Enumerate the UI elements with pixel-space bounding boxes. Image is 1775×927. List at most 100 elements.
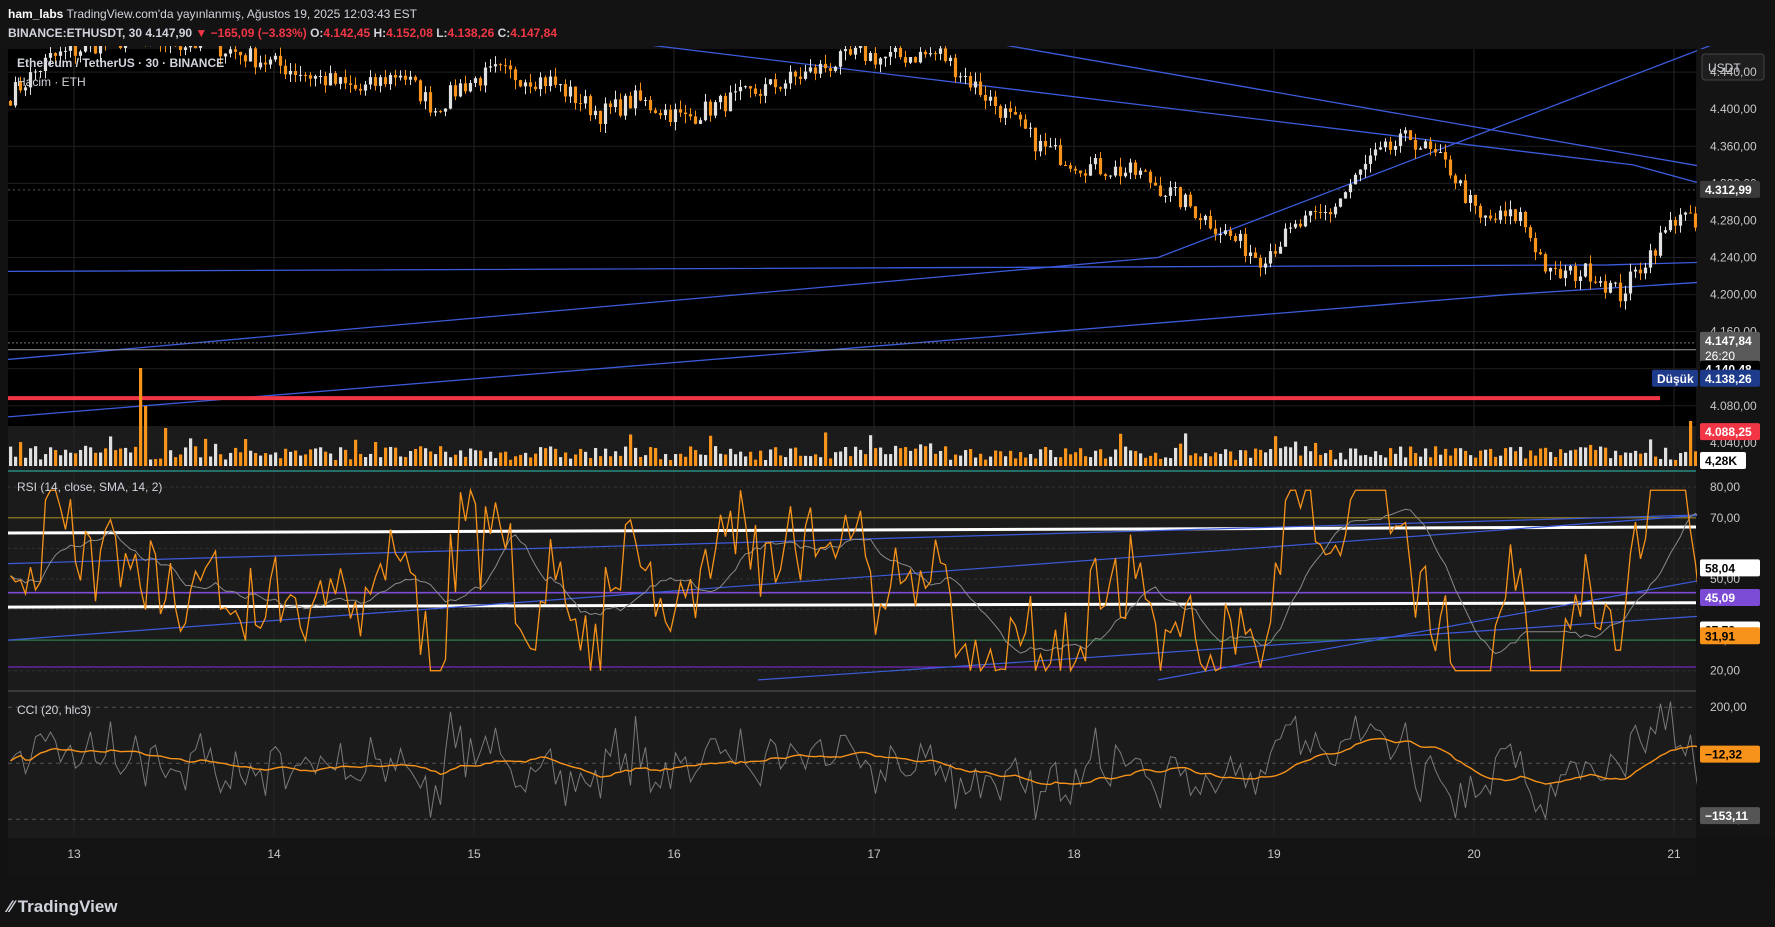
candle-body (1033, 127, 1038, 152)
candle-body (223, 53, 228, 57)
volume-bar (764, 459, 768, 466)
volume-bar (874, 448, 878, 466)
candle-body (1603, 281, 1608, 293)
candle-body (493, 64, 498, 67)
candle-body (1513, 209, 1518, 222)
candle-body (1368, 155, 1373, 164)
volume-bar (534, 453, 538, 466)
volume-bar (519, 454, 523, 466)
candle-body (1173, 187, 1178, 189)
volume-bar (99, 452, 103, 466)
tradingview-logo[interactable]: ⁄⁄ TradingView (8, 897, 118, 917)
candle-body (658, 113, 663, 116)
volume-bar (744, 456, 748, 466)
volume-bar (444, 451, 448, 466)
candle-body (473, 78, 478, 83)
candle-body (1353, 174, 1358, 185)
volume-bar (1594, 450, 1598, 466)
low-value: 4.138,26 (447, 26, 495, 40)
volume-bar (1684, 451, 1688, 466)
candle-body (1638, 269, 1643, 274)
candle-body (263, 62, 268, 65)
candle-body (1158, 185, 1163, 197)
volume-bar (1579, 447, 1583, 466)
volume-bar (204, 438, 208, 466)
candle-body (883, 56, 888, 59)
candle-body (773, 79, 778, 88)
candle-body (198, 46, 203, 48)
down-arrow-icon: ▼ (195, 26, 208, 40)
candle-body (1038, 140, 1043, 152)
volume-bar (219, 454, 223, 466)
candle-body (228, 49, 233, 54)
candle-body (653, 110, 658, 114)
candle-body (823, 63, 828, 69)
volume-bar (1399, 446, 1403, 466)
volume-bar (854, 446, 858, 466)
rsi-legend: RSI (14, close, SMA, 14, 2) (17, 480, 162, 494)
volume-bar (974, 457, 978, 466)
candle-body (548, 76, 553, 87)
candle-body (1558, 268, 1563, 279)
candle-body (863, 46, 868, 61)
volume-bar (1554, 457, 1558, 466)
volume-bar (1139, 453, 1143, 466)
volume-bar (264, 453, 268, 466)
volume-bar (1509, 447, 1513, 466)
candle-body (1668, 219, 1673, 231)
volume-bar (59, 455, 63, 466)
volume-bar (79, 449, 83, 466)
candle-body (248, 48, 253, 62)
chart-title: Ethereum / TetherUS · 30 · BINANCE (17, 56, 224, 70)
volume-bar (1419, 456, 1423, 466)
volume-bar (804, 455, 808, 466)
volume-bar (299, 455, 303, 466)
volume-bar (294, 450, 298, 466)
time-axis[interactable] (8, 838, 1696, 877)
candle-body (708, 101, 713, 116)
volume-bar (439, 446, 443, 466)
candle-body (628, 95, 633, 109)
volume-bar (1079, 448, 1083, 466)
volume-bar (214, 443, 218, 466)
candle-body (848, 49, 853, 55)
volume-bar (1244, 450, 1248, 466)
candle-body (373, 77, 378, 86)
candle-body (1058, 145, 1063, 166)
candle-body (68, 46, 73, 51)
volume-bar (229, 452, 233, 466)
volume-bar (1574, 449, 1578, 466)
candle-body (693, 116, 698, 124)
volume-bar (1384, 457, 1388, 466)
chart-canvas[interactable]: Ethereum / TetherUS · 30 · BINANCE Hacim… (0, 46, 1775, 885)
volume-bar (1219, 453, 1223, 466)
candle-body (1688, 212, 1693, 214)
candle-body (1348, 184, 1353, 193)
volume-bar (554, 448, 558, 466)
scale-label: 45,09 (1705, 591, 1735, 605)
volume-bar (834, 452, 838, 466)
volume-bar (734, 454, 738, 466)
candle-body (193, 46, 198, 48)
volume-bar (194, 446, 198, 466)
candle-body (553, 76, 558, 85)
volume-bar (829, 458, 833, 466)
volume-bar (839, 451, 843, 466)
volume-bar (529, 457, 533, 466)
volume-bar (1034, 458, 1038, 466)
candle-body (523, 82, 528, 87)
volume-bar (1099, 449, 1103, 466)
candle-body (1113, 166, 1118, 176)
candle-body (1418, 148, 1423, 150)
candle-body (948, 57, 953, 62)
volume-bar (1624, 452, 1628, 466)
volume-bar (1619, 455, 1623, 466)
volume-bar (959, 455, 963, 466)
candle-body (878, 58, 883, 65)
volume-bar (814, 454, 818, 466)
candle-body (1588, 263, 1593, 282)
candle-body (968, 75, 973, 88)
volume-bar (1064, 448, 1068, 466)
volume-bar (1344, 459, 1348, 466)
candle-body (1408, 130, 1413, 140)
